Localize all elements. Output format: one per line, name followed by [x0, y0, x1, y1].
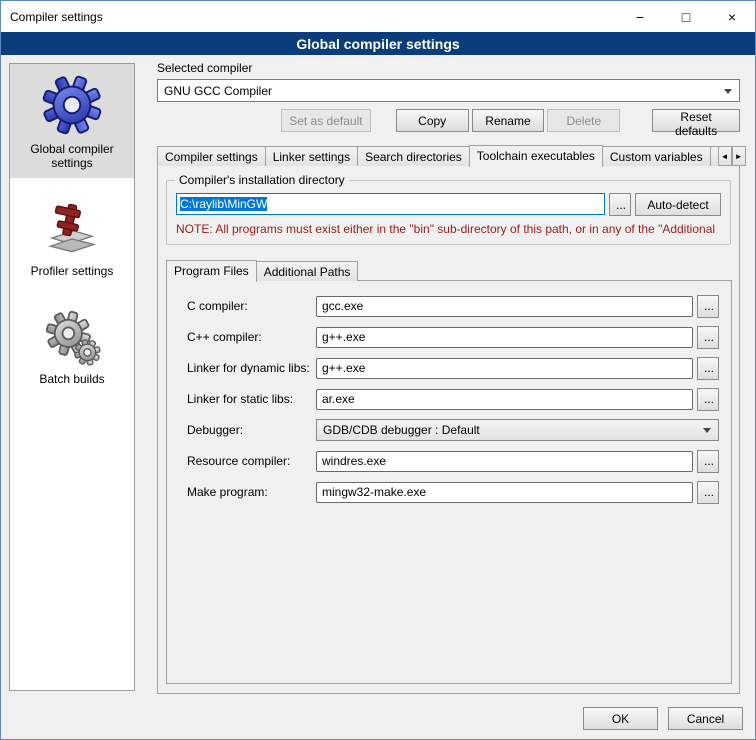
tab-compiler-settings[interactable]: Compiler settings [157, 146, 266, 166]
installation-directory-value: C:\raylib\MinGW [180, 197, 267, 211]
browse-directory-button[interactable]: ... [609, 193, 631, 216]
make-program-browse-button[interactable]: ... [697, 481, 719, 504]
selected-compiler-label: Selected compiler [157, 61, 747, 75]
program-files-panel: C compiler: ... C++ compiler: ... Linker… [166, 280, 732, 684]
tab-scroll-buttons: ◄ ► [718, 146, 746, 166]
chevron-down-icon [724, 89, 732, 94]
tab-search-directories[interactable]: Search directories [357, 146, 470, 166]
dynamic-linker-row: Linker for dynamic libs: ... [187, 357, 719, 379]
debugger-dropdown[interactable]: GDB/CDB debugger : Default [316, 419, 719, 441]
static-linker-browse-button[interactable]: ... [697, 388, 719, 411]
cpp-compiler-row: C++ compiler: ... [187, 326, 719, 348]
selected-compiler-dropdown[interactable]: GNU GCC Compiler [157, 79, 740, 102]
blue-gear-icon [41, 74, 103, 136]
tab-toolchain-executables[interactable]: Toolchain executables [469, 145, 603, 167]
tab-scroll-left-icon[interactable]: ◄ [718, 146, 732, 166]
cpp-compiler-browse-button[interactable]: ... [697, 326, 719, 349]
copy-button[interactable]: Copy [396, 109, 469, 132]
sidebar-item-label: Global compiler settings [12, 142, 132, 170]
installation-directory-row: C:\raylib\MinGW ... Auto-detect [176, 193, 721, 216]
page-title: Global compiler settings [1, 32, 755, 55]
ok-button[interactable]: OK [583, 707, 658, 730]
c-compiler-browse-button[interactable]: ... [697, 295, 719, 318]
make-program-label: Make program: [187, 485, 316, 499]
program-tabs: Program Files Additional Paths [166, 259, 732, 281]
compiler-actions: Set as default Copy Rename Delete Reset … [157, 109, 740, 132]
tab-custom-variables[interactable]: Custom variables [602, 146, 711, 166]
settings-category-list: Global compiler settings Profiler settin… [9, 63, 135, 691]
rename-button[interactable]: Rename [472, 109, 545, 132]
sidebar-item-label: Batch builds [39, 372, 104, 386]
debugger-value: GDB/CDB debugger : Default [323, 423, 480, 437]
main-content: Selected compiler GNU GCC Compiler Set a… [148, 57, 747, 694]
titlebar: Compiler settings − □ × [1, 1, 755, 32]
installation-directory-groupbox: Compiler's installation directory C:\ray… [166, 180, 731, 245]
installation-directory-title: Compiler's installation directory [175, 173, 349, 187]
sidebar-item-label: Profiler settings [31, 264, 114, 278]
c-compiler-input[interactable] [316, 296, 693, 317]
toolchain-executables-panel: Compiler's installation directory C:\ray… [157, 165, 740, 694]
delete-button[interactable]: Delete [547, 109, 620, 132]
tab-scroll-right-icon[interactable]: ► [732, 146, 746, 166]
debugger-label: Debugger: [187, 423, 316, 437]
make-program-row: Make program: ... [187, 481, 719, 503]
sidebar-item-profiler-settings[interactable]: Profiler settings [10, 190, 134, 286]
debugger-row: Debugger: GDB/CDB debugger : Default [187, 419, 719, 441]
dynamic-linker-label: Linker for dynamic libs: [187, 361, 316, 375]
cpp-compiler-label: C++ compiler: [187, 330, 316, 344]
tab-program-files[interactable]: Program Files [166, 260, 257, 282]
bin-subdirectory-note: NOTE: All programs must exist either in … [176, 222, 721, 236]
resource-compiler-input[interactable] [316, 451, 693, 472]
gray-gears-icon [43, 308, 101, 366]
maximize-button[interactable]: □ [663, 1, 709, 32]
window-title: Compiler settings [10, 10, 103, 24]
sidebar-item-global-compiler-settings[interactable]: Global compiler settings [10, 64, 134, 178]
dynamic-linker-browse-button[interactable]: ... [697, 357, 719, 380]
close-button[interactable]: × [709, 1, 755, 32]
c-compiler-row: C compiler: ... [187, 295, 719, 317]
reset-defaults-button[interactable]: Reset defaults [652, 109, 740, 132]
tab-additional-paths[interactable]: Additional Paths [256, 261, 359, 281]
cancel-button[interactable]: Cancel [668, 707, 743, 730]
c-compiler-label: C compiler: [187, 299, 316, 313]
tab-linker-settings[interactable]: Linker settings [265, 146, 358, 166]
settings-tabs: Compiler settings Linker settings Search… [157, 144, 740, 166]
resource-compiler-label: Resource compiler: [187, 454, 316, 468]
static-linker-label: Linker for static libs: [187, 392, 316, 406]
set-as-default-button[interactable]: Set as default [281, 109, 371, 132]
selected-compiler-value: GNU GCC Compiler [164, 84, 272, 98]
make-program-input[interactable] [316, 482, 693, 503]
sidebar-item-batch-builds[interactable]: Batch builds [10, 298, 134, 394]
resource-compiler-browse-button[interactable]: ... [697, 450, 719, 473]
static-linker-row: Linker for static libs: ... [187, 388, 719, 410]
static-linker-input[interactable] [316, 389, 693, 410]
dynamic-linker-input[interactable] [316, 358, 693, 379]
dialog-body: Global compiler settings Profiler settin… [1, 55, 755, 739]
cpp-compiler-input[interactable] [316, 327, 693, 348]
auto-detect-button[interactable]: Auto-detect [635, 193, 721, 216]
minimize-button[interactable]: − [617, 1, 663, 32]
chevron-down-icon [703, 428, 711, 433]
compiler-settings-window: Compiler settings − □ × Global compiler … [0, 0, 756, 740]
window-controls: − □ × [617, 1, 755, 32]
resource-compiler-row: Resource compiler: ... [187, 450, 719, 472]
profiler-tool-icon [43, 200, 101, 258]
installation-directory-input[interactable]: C:\raylib\MinGW [176, 193, 605, 215]
